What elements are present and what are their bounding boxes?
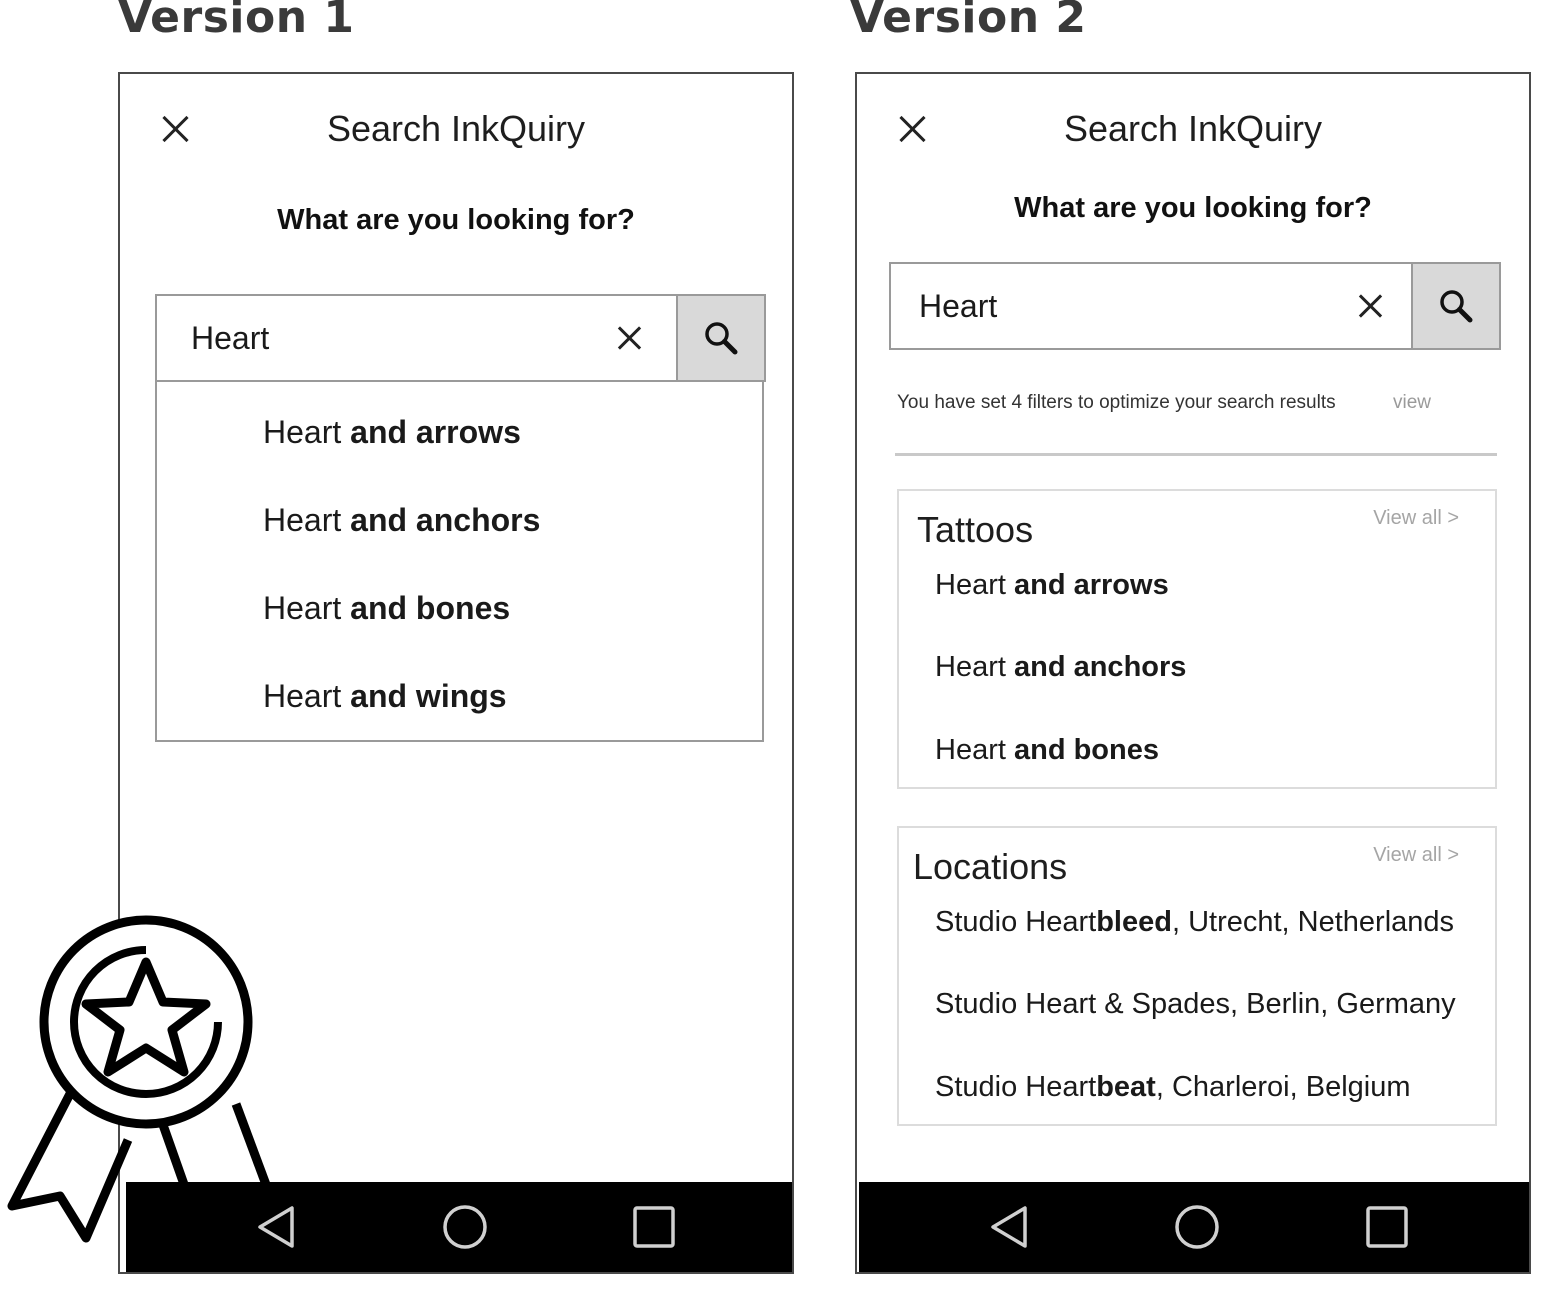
- search-button[interactable]: [676, 294, 766, 382]
- search-input[interactable]: [919, 284, 1299, 328]
- result-item[interactable]: Studio Heartbleed, Utrecht, Netherlands: [935, 906, 1454, 939]
- version-1-heading: Version 1: [118, 0, 355, 43]
- result-item[interactable]: Studio Heartbeat, Charleroi, Belgium: [935, 1071, 1411, 1104]
- result-item[interactable]: Heart and arrows: [935, 569, 1169, 602]
- suggestion-item[interactable]: Heart and bones: [263, 590, 510, 627]
- filter-notice: You have set 4 filters to optimize your …: [897, 392, 1336, 413]
- suggestion-item[interactable]: Heart and arrows: [263, 414, 521, 451]
- recents-square-icon[interactable]: [1362, 1202, 1412, 1252]
- recents-square-icon[interactable]: [629, 1202, 679, 1252]
- phone-screen-version-2: Search InkQuiry What are you looking for…: [855, 72, 1531, 1274]
- result-item[interactable]: Studio Heart & Spades, Berlin, Germany: [935, 988, 1456, 1021]
- result-item[interactable]: Heart and anchors: [935, 651, 1186, 684]
- tattoos-results-card: Tattoos View all > Heart and arrows Hear…: [897, 489, 1497, 789]
- clear-icon[interactable]: [1356, 290, 1386, 320]
- search-input[interactable]: [191, 316, 571, 360]
- home-circle-icon[interactable]: [1172, 1202, 1222, 1252]
- search-bar: [889, 262, 1501, 350]
- version-2-heading: Version 2: [850, 0, 1087, 43]
- group-title: Tattoos: [917, 509, 1034, 550]
- search-bar: [155, 294, 766, 382]
- clear-icon[interactable]: [615, 322, 645, 352]
- view-all-link[interactable]: View all >: [1373, 507, 1459, 530]
- search-prompt: What are you looking for?: [1014, 192, 1372, 224]
- android-nav-bar: [859, 1182, 1529, 1272]
- filter-view-link[interactable]: view: [1393, 392, 1431, 414]
- back-triangle-icon[interactable]: [985, 1202, 1035, 1252]
- home-circle-icon[interactable]: [440, 1202, 490, 1252]
- suggestion-item[interactable]: Heart and anchors: [263, 502, 540, 539]
- search-icon: [1440, 290, 1473, 323]
- result-item[interactable]: Heart and bones: [935, 734, 1159, 767]
- screen-title: Search InkQuiry: [326, 108, 586, 149]
- divider: [895, 453, 1497, 456]
- view-all-link[interactable]: View all >: [1373, 844, 1459, 867]
- group-title: Locations: [913, 846, 1068, 887]
- award-ribbon-icon: [7, 915, 273, 1243]
- suggestion-item[interactable]: Heart and wings: [263, 678, 507, 715]
- screen-title: Search InkQuiry: [1063, 108, 1323, 149]
- locations-results-card: Locations View all > Studio Heartbleed, …: [897, 826, 1497, 1126]
- search-prompt: What are you looking for?: [277, 204, 635, 236]
- search-button[interactable]: [1411, 262, 1501, 350]
- suggestion-dropdown: Heart and arrows Heart and anchors Heart…: [155, 380, 764, 742]
- search-icon: [705, 322, 738, 355]
